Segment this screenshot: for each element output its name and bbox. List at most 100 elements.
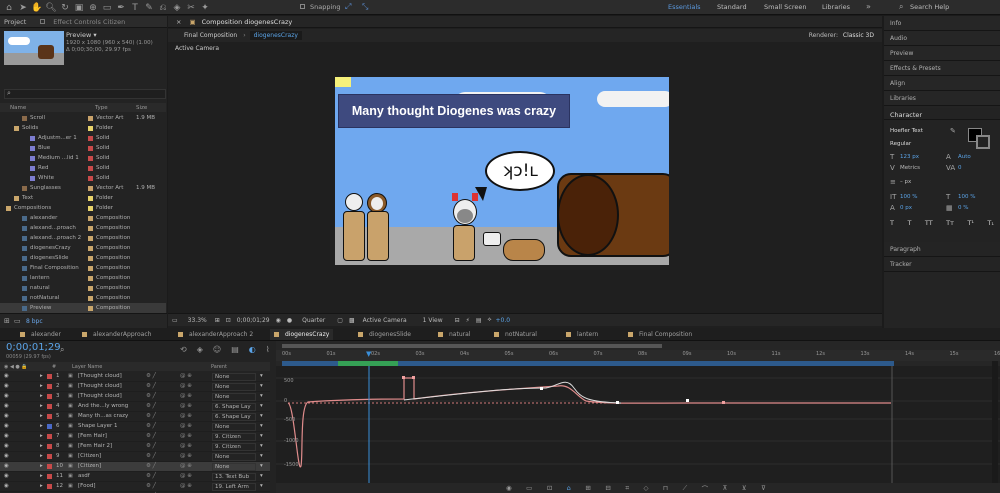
search-help-input[interactable]: Search Help bbox=[910, 3, 949, 11]
stroke-width-value[interactable]: – px bbox=[900, 179, 911, 185]
expand-arrow-icon[interactable]: ▸ bbox=[40, 383, 43, 389]
label-color-swatch[interactable] bbox=[88, 125, 93, 131]
home-icon[interactable]: ⌂ bbox=[2, 1, 16, 14]
crumb-final-composition[interactable]: Final Composition bbox=[184, 32, 237, 39]
expand-arrow-icon[interactable]: ▸ bbox=[40, 403, 43, 409]
graph-canvas[interactable] bbox=[276, 366, 1000, 483]
ease-out-icon[interactable]: ⊽ bbox=[761, 484, 766, 492]
eye-icon[interactable]: ◉ bbox=[4, 383, 9, 389]
project-search-input[interactable]: ⌕ bbox=[4, 89, 166, 99]
comp-flowchart-icon[interactable]: ⟲ bbox=[180, 345, 187, 354]
layer-switches[interactable]: ⚙ ╱ bbox=[146, 383, 156, 389]
panel-audio[interactable]: Audio bbox=[884, 31, 1000, 46]
layer-label-swatch[interactable] bbox=[47, 454, 52, 459]
zoom-tool-icon[interactable]: 🔍︎ bbox=[44, 1, 58, 14]
snap-icon[interactable]: ⌂ bbox=[567, 484, 571, 492]
zoom-menu[interactable]: 33.3% bbox=[188, 317, 207, 324]
snap-options-icon[interactable]: ⤢ bbox=[345, 2, 351, 12]
resolution-menu[interactable]: Quarter bbox=[302, 317, 325, 324]
col-layer-name[interactable]: Layer Name bbox=[72, 364, 102, 370]
timeline-current-time[interactable]: 0;00;01;29 bbox=[6, 342, 61, 353]
label-color-swatch[interactable] bbox=[88, 295, 93, 301]
timeline-search-icon[interactable]: ⌕ bbox=[60, 345, 64, 355]
renderer-value[interactable]: Classic 3D bbox=[843, 32, 874, 39]
tracking-value[interactable]: 0 bbox=[958, 165, 962, 171]
chevron-down-icon[interactable]: ▾ bbox=[260, 383, 263, 389]
eye-icon[interactable]: ◉ bbox=[4, 463, 9, 469]
chevron-down-icon[interactable]: ▾ bbox=[260, 393, 263, 399]
current-time[interactable]: 0;00;01;29 bbox=[237, 317, 270, 324]
ease-in-icon[interactable]: ⊻ bbox=[742, 484, 747, 492]
parent-pickwhip-icon[interactable]: @ ⊕ bbox=[180, 393, 192, 399]
chevron-down-icon[interactable]: ▾ bbox=[260, 483, 263, 489]
graph-scrollbar[interactable] bbox=[992, 361, 998, 483]
label-color-swatch[interactable] bbox=[88, 245, 93, 251]
eraser-tool-icon[interactable]: ◈ bbox=[170, 1, 184, 14]
font-size-value[interactable]: 123 px bbox=[900, 154, 919, 160]
parent-dropdown[interactable]: None bbox=[212, 453, 256, 461]
lock-icon[interactable] bbox=[40, 19, 46, 24]
timeline-icon[interactable]: ▤ bbox=[476, 317, 482, 324]
layer-label-swatch[interactable] bbox=[47, 394, 52, 399]
expand-arrow-icon[interactable]: ▸ bbox=[40, 393, 43, 399]
chevron-down-icon[interactable]: ▾ bbox=[260, 473, 263, 479]
expand-arrow-icon[interactable]: ▸ bbox=[40, 373, 43, 379]
preview-title[interactable]: Preview ▾ bbox=[66, 31, 97, 39]
parent-pickwhip-icon[interactable]: @ ⊕ bbox=[180, 403, 192, 409]
label-color-swatch[interactable] bbox=[88, 135, 93, 141]
fast-previews-icon[interactable]: ⚡︎ bbox=[466, 317, 470, 324]
separate-dimensions-icon[interactable]: ⌗ bbox=[625, 484, 629, 493]
parent-dropdown[interactable]: 13. Text Bub bbox=[212, 473, 256, 481]
layer-label-swatch[interactable] bbox=[47, 414, 52, 419]
eye-icon[interactable]: ◉ bbox=[4, 423, 9, 429]
fit-selection-icon[interactable]: ⊞ bbox=[585, 484, 590, 492]
layer-label-swatch[interactable] bbox=[47, 444, 52, 449]
label-color-swatch[interactable] bbox=[88, 195, 93, 201]
edit-keyframe-icon[interactable]: ◇ bbox=[644, 484, 649, 492]
project-item[interactable]: White Solid bbox=[0, 173, 166, 183]
parent-dropdown[interactable]: 9. Citizen bbox=[212, 433, 256, 441]
crumb-diogenes-crazy[interactable]: diogenesCrazy bbox=[249, 31, 302, 40]
panel-align[interactable]: Align bbox=[884, 76, 1000, 91]
label-color-swatch[interactable] bbox=[88, 165, 93, 171]
workspace-menu-icon[interactable]: » bbox=[866, 2, 871, 11]
view-layout-menu[interactable]: 1 View bbox=[423, 317, 443, 324]
comp-tab-alexanderapproach[interactable]: alexanderApproach bbox=[82, 329, 151, 340]
layer-switches[interactable]: ⚙ ╱ bbox=[146, 373, 156, 379]
layer-switches[interactable]: ⚙ ╱ bbox=[146, 403, 156, 409]
label-color-swatch[interactable] bbox=[88, 185, 93, 191]
project-item[interactable]: Solids Folder bbox=[0, 123, 166, 133]
project-item[interactable]: Scroll Vector Art 1.9 MB bbox=[0, 113, 166, 123]
superscript-button[interactable]: T¹ bbox=[967, 219, 974, 227]
eye-icon[interactable]: ◉ bbox=[4, 393, 9, 399]
panel-preview[interactable]: Preview bbox=[884, 46, 1000, 61]
layer-switches[interactable]: ⚙ ╱ bbox=[146, 473, 156, 479]
motion-blur-icon[interactable]: ◐ bbox=[249, 345, 256, 354]
parent-pickwhip-icon[interactable]: @ ⊕ bbox=[180, 383, 192, 389]
col-size[interactable]: Size bbox=[136, 105, 147, 111]
camera-snapshot-icon[interactable]: ◉ bbox=[276, 317, 281, 324]
layer-label-swatch[interactable] bbox=[47, 404, 52, 409]
layer-switches[interactable]: ⚙ ╱ bbox=[146, 423, 156, 429]
all-caps-button[interactable]: TT bbox=[925, 219, 933, 227]
parent-pickwhip-icon[interactable]: @ ⊕ bbox=[180, 443, 192, 449]
col-parent[interactable]: Parent bbox=[211, 364, 227, 370]
graph-editor-icon[interactable]: ⌇ bbox=[266, 345, 270, 354]
label-color-swatch[interactable] bbox=[88, 145, 93, 151]
comp-tab-alexanderapproach-2[interactable]: alexanderApproach 2 bbox=[178, 329, 253, 340]
always-preview-icon[interactable]: ▭ bbox=[172, 317, 178, 324]
workspace-small-screen[interactable]: Small Screen bbox=[764, 3, 806, 11]
eye-icon[interactable]: ◉ bbox=[4, 433, 9, 439]
fit-icon[interactable]: ⊞ bbox=[215, 317, 220, 324]
horizontal-scale-value[interactable]: 100 % bbox=[958, 194, 975, 200]
project-item[interactable]: alexand...proach 2 Composition bbox=[0, 233, 166, 243]
label-color-swatch[interactable] bbox=[88, 205, 93, 211]
project-item[interactable]: alexander Composition bbox=[0, 213, 166, 223]
frame-blend-icon[interactable]: ▤ bbox=[231, 345, 239, 354]
parent-pickwhip-icon[interactable]: @ ⊕ bbox=[180, 483, 192, 489]
expand-arrow-icon[interactable]: ▸ bbox=[40, 463, 43, 469]
puppet-tool-icon[interactable]: ✦ bbox=[198, 1, 212, 14]
expand-arrow-icon[interactable]: ▸ bbox=[40, 483, 43, 489]
layer-switches[interactable]: ⚙ ╱ bbox=[146, 433, 156, 439]
text-tool-icon[interactable]: T bbox=[128, 1, 142, 14]
